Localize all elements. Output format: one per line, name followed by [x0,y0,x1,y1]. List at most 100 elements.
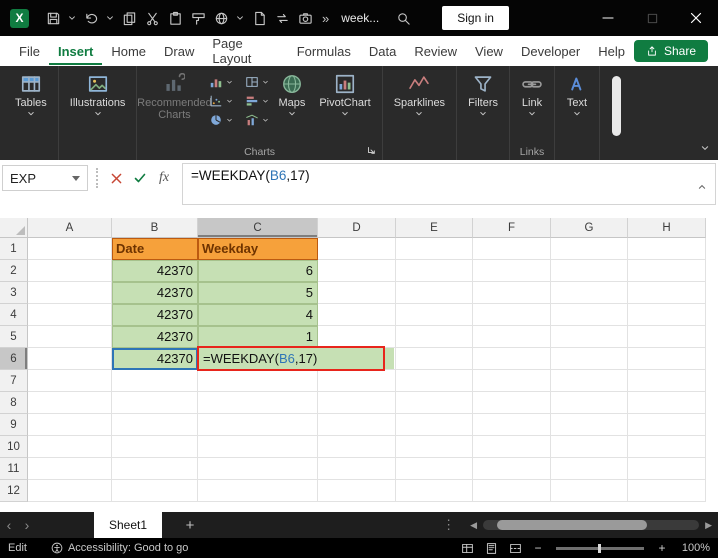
row-header-5[interactable]: 5 [0,326,28,348]
text-button[interactable]: Text [559,66,595,117]
in-cell-editor[interactable]: =WEEKDAY(B6,17) [197,346,385,371]
cell-B5[interactable]: 42370 [112,326,198,348]
excel-logo-icon[interactable]: X [10,8,29,28]
chevron-down-icon[interactable] [104,6,116,30]
row-header-7[interactable]: 7 [0,370,28,392]
zoom-out-button[interactable]: − [530,541,546,555]
row-header-3[interactable]: 3 [0,282,28,304]
cell-F4[interactable] [473,304,551,326]
menu-tab-view[interactable]: View [466,38,512,65]
cell-E3[interactable] [396,282,473,304]
row-header-9[interactable]: 9 [0,414,28,436]
row-header-8[interactable]: 8 [0,392,28,414]
row-header-11[interactable]: 11 [0,458,28,480]
cell-G11[interactable] [551,458,628,480]
save-icon[interactable] [43,6,63,30]
cell-G6[interactable] [551,348,628,370]
column-header-E[interactable]: E [396,218,473,238]
add-sheet-button[interactable]: + [180,517,200,534]
cut-icon[interactable] [142,6,162,30]
menu-tab-developer[interactable]: Developer [512,38,589,65]
row-header-4[interactable]: 4 [0,304,28,326]
zoom-level[interactable]: 100% [676,542,710,554]
cell-G4[interactable] [551,304,628,326]
cell-E12[interactable] [396,480,473,502]
column-header-H[interactable]: H [628,218,706,238]
cell-A6[interactable] [28,348,112,370]
cell-H6[interactable] [628,348,706,370]
cell-E4[interactable] [396,304,473,326]
cell-G5[interactable] [551,326,628,348]
menu-tab-home[interactable]: Home [102,38,155,65]
undo-icon[interactable] [81,6,101,30]
cell-B10[interactable] [112,436,198,458]
cell-A11[interactable] [28,458,112,480]
cell-F6[interactable] [473,348,551,370]
cell-D9[interactable] [318,414,396,436]
cell-H11[interactable] [628,458,706,480]
cell-D4[interactable] [318,304,396,326]
cell-B2[interactable]: 42370 [112,260,198,282]
link-button[interactable]: Link [514,66,550,117]
globe-icon[interactable] [211,6,231,30]
cell-C4[interactable]: 4 [198,304,318,326]
cell-B8[interactable] [112,392,198,414]
cell-C12[interactable] [198,480,318,502]
sheet-nav-right-icon[interactable]: › [18,517,36,533]
cell-H2[interactable] [628,260,706,282]
chevron-down-icon[interactable] [66,6,78,30]
formula-input[interactable]: =WEEKDAY(B6,17) [182,163,716,205]
sync-icon[interactable] [272,6,292,30]
cell-H7[interactable] [628,370,706,392]
cell-C6[interactable]: =WEEKDAY(B6,17) [197,346,394,371]
cell-F11[interactable] [473,458,551,480]
sheet-tab-sheet1[interactable]: Sheet1 [94,512,163,538]
cell-E10[interactable] [396,436,473,458]
maps-button[interactable]: Maps [271,66,312,117]
cell-E11[interactable] [396,458,473,480]
cell-D7[interactable] [318,370,396,392]
share-button[interactable]: Share [633,40,708,62]
cell-D5[interactable] [318,326,396,348]
cell-B11[interactable] [112,458,198,480]
cell-F7[interactable] [473,370,551,392]
cell-D3[interactable] [318,282,396,304]
column-header-G[interactable]: G [551,218,628,238]
row-header-10[interactable]: 10 [0,436,28,458]
paste-icon[interactable] [165,6,185,30]
cell-H12[interactable] [628,480,706,502]
cell-F9[interactable] [473,414,551,436]
column-header-A[interactable]: A [28,218,112,238]
cell-E8[interactable] [396,392,473,414]
cell-D11[interactable] [318,458,396,480]
minimize-button[interactable] [586,0,630,36]
cell-A5[interactable] [28,326,112,348]
qat-overflow-icon[interactable]: » [322,11,329,26]
insert-function-button[interactable]: fx [152,165,176,191]
cell-G2[interactable] [551,260,628,282]
cell-G1[interactable] [551,238,628,260]
page-layout-view-button[interactable] [482,539,500,557]
cell-C1[interactable]: Weekday [198,238,318,260]
cell-A7[interactable] [28,370,112,392]
menu-tab-file[interactable]: File [10,38,49,65]
cell-F8[interactable] [473,392,551,414]
sparklines-button[interactable]: Sparklines [387,66,452,117]
tables-button[interactable]: Tables [8,66,54,117]
cell-F2[interactable] [473,260,551,282]
cell-C3[interactable]: 5 [198,282,318,304]
cancel-button[interactable] [104,165,128,191]
illustrations-button[interactable]: Illustrations [63,66,133,117]
cell-G7[interactable] [551,370,628,392]
format-painter-icon[interactable] [188,6,208,30]
cell-G12[interactable] [551,480,628,502]
cell-H10[interactable] [628,436,706,458]
column-header-D[interactable]: D [318,218,396,238]
cell-C9[interactable] [198,414,318,436]
cell-B9[interactable] [112,414,198,436]
zoom-slider[interactable] [556,543,644,553]
cell-B4[interactable]: 42370 [112,304,198,326]
ribbon-collapse-chevron[interactable] [700,139,710,157]
cell-A3[interactable] [28,282,112,304]
cell-G9[interactable] [551,414,628,436]
